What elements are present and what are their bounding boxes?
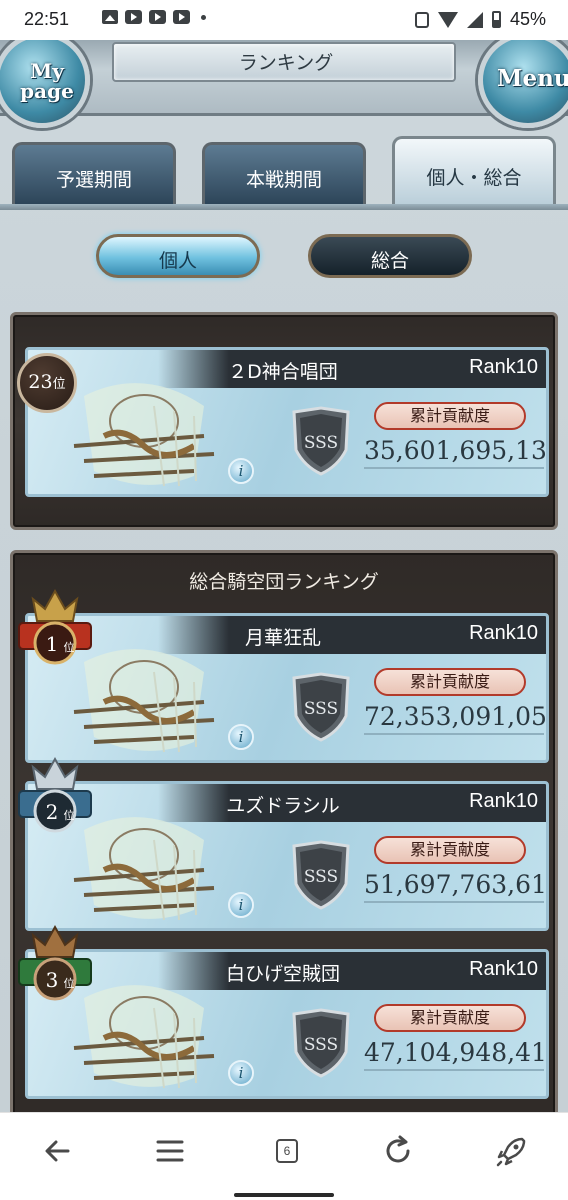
contribution-value: 51,697,763,614	[364, 870, 546, 903]
bronze-crown-rank-badge: 3 位	[18, 924, 92, 1001]
notification-icons	[102, 10, 206, 24]
crew-rank: Rank10	[469, 622, 538, 644]
rank-position: 23位	[28, 371, 66, 393]
reload-icon[interactable]	[378, 1131, 418, 1171]
contribution-value: 35,601,695,137	[364, 436, 546, 469]
tabs-count-icon[interactable]: 6	[264, 1131, 304, 1171]
toggle-label: 総合	[370, 250, 409, 272]
contribution-label: 累計貢献度	[374, 668, 526, 696]
grade-text: SSS	[304, 867, 338, 887]
toggle-label: 個人	[158, 250, 197, 272]
browser-toolbar: 6	[0, 1112, 568, 1200]
info-icon[interactable]: i	[228, 724, 254, 750]
hamburger-menu-icon[interactable]	[150, 1131, 190, 1171]
svg-text:位: 位	[64, 976, 75, 990]
more-notifications-icon	[201, 14, 206, 20]
tabs-count: 6	[276, 1139, 298, 1163]
youtube-notification-icon	[173, 10, 190, 24]
ranking-entry[interactable]: ユズドラシル Rank10 i SSS 累計貢献度 51,697,763,614	[25, 781, 549, 931]
rank-position-badge: 23位	[17, 353, 77, 413]
gesture-bar	[234, 1193, 334, 1197]
tab-label: 本戦期間	[245, 169, 322, 191]
rank-position: 2	[46, 800, 59, 824]
contribution-value: 72,353,091,051	[364, 702, 546, 735]
header-title-plate: ランキング	[112, 42, 456, 82]
my-crew-panel: ２D神合唱団 Rank10 i SSS 累計貢献度 35,601,695,137	[10, 312, 558, 530]
contribution-value: 47,104,948,415	[364, 1038, 546, 1071]
period-tabs: 予選期間 本戦期間 個人・総合	[0, 136, 568, 206]
crew-rank: Rank10	[469, 958, 538, 980]
tab-qualifier[interactable]: 予選期間	[12, 142, 176, 204]
info-icon[interactable]: i	[228, 458, 254, 484]
wifi-icon	[437, 11, 458, 28]
contribution-label: 累計貢献度	[374, 1004, 526, 1032]
gold-crown-rank-badge: 1 位	[18, 588, 92, 665]
tab-label: 個人・総合	[426, 167, 522, 189]
grade-text: SSS	[304, 433, 338, 453]
crew-rank: Rank10	[469, 790, 538, 812]
crew-rank: Rank10	[469, 356, 538, 378]
tab-main-battle[interactable]: 本戦期間	[202, 142, 366, 204]
tab-individual-overall[interactable]: 個人・総合	[392, 136, 556, 206]
signal-icon	[466, 11, 483, 28]
info-icon[interactable]: i	[228, 892, 254, 918]
sss-shield-icon: SSS	[292, 406, 350, 476]
mypage-label: My page	[20, 59, 74, 103]
system-icons: 45%	[414, 9, 546, 30]
overall-ranking-panel: 総合騎空団ランキング 月華狂乱 Rank10 i SSS 累計貢献度 72,35…	[10, 550, 558, 1112]
svg-text:位: 位	[64, 640, 75, 654]
contribution-label: 累計貢献度	[374, 402, 526, 430]
overall-toggle[interactable]: 総合	[308, 234, 472, 278]
sss-shield-icon: SSS	[292, 1008, 350, 1078]
sss-shield-icon: SSS	[292, 840, 350, 910]
youtube-notification-icon	[149, 10, 166, 24]
rocket-icon[interactable]	[492, 1131, 532, 1171]
vibrate-icon	[414, 11, 429, 28]
tab-label: 予選期間	[55, 169, 132, 191]
contribution-label: 累計貢献度	[374, 836, 526, 864]
rank-position: 1	[46, 632, 59, 656]
image-notification-icon	[102, 10, 118, 24]
silver-crown-rank-badge: 2 位	[18, 756, 92, 833]
menu-label: Menu	[497, 65, 568, 92]
individual-toggle[interactable]: 個人	[96, 234, 260, 278]
game-screen: ランキング My page Menu 予選期間 本戦期間 個人・総合 個人 総合…	[0, 40, 568, 1112]
ranking-title: 総合騎空団ランキング	[189, 571, 379, 593]
grade-text: SSS	[304, 1035, 338, 1055]
svg-text:位: 位	[64, 808, 75, 822]
battery-icon	[491, 11, 501, 28]
battery-percent: 45%	[509, 9, 546, 29]
tab-divider	[0, 204, 568, 210]
ranking-entry[interactable]: 白ひげ空賊団 Rank10 i SSS 累計貢献度 47,104,948,415	[25, 949, 549, 1099]
page-title: ランキング	[238, 52, 334, 74]
airship-icon	[73, 383, 215, 487]
status-time: 22:51	[24, 9, 70, 29]
back-arrow-icon[interactable]	[38, 1131, 78, 1171]
crew-card[interactable]: ２D神合唱団 Rank10 i SSS 累計貢献度 35,601,695,137	[25, 347, 549, 497]
grade-text: SSS	[304, 699, 338, 719]
info-icon[interactable]: i	[228, 1060, 254, 1086]
rank-position: 3	[46, 968, 59, 992]
ranking-entry[interactable]: 月華狂乱 Rank10 i SSS 累計貢献度 72,353,091,051	[25, 613, 549, 763]
status-bar: 22:51 45%	[0, 0, 568, 40]
sss-shield-icon: SSS	[292, 672, 350, 742]
youtube-notification-icon	[125, 10, 142, 24]
